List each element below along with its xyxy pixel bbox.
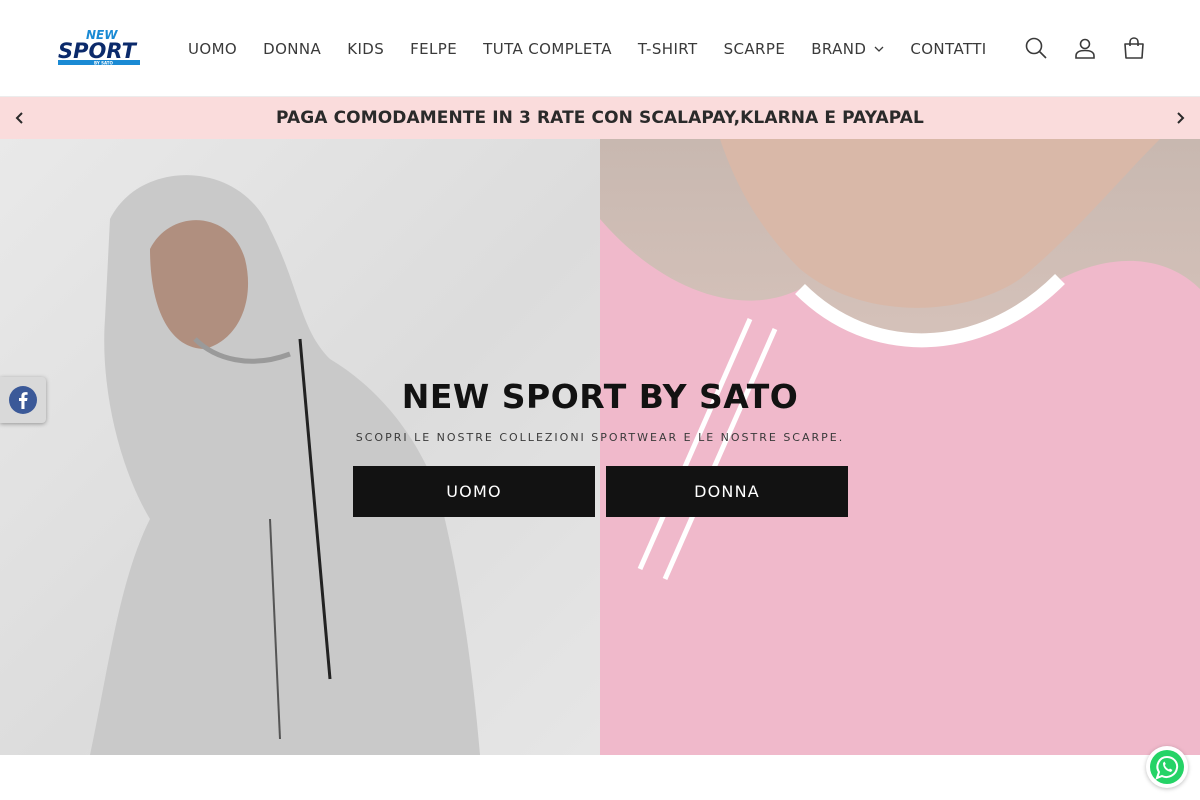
nav-item-brand[interactable]: BRAND (798, 40, 897, 58)
header-actions (1021, 30, 1148, 66)
cart-button[interactable] (1119, 30, 1148, 66)
shop-donna-button[interactable]: DONNA (606, 466, 848, 517)
nav-item-uomo[interactable]: UOMO (175, 40, 250, 58)
search-icon (1025, 37, 1047, 59)
announcement-prev-button[interactable] (10, 108, 30, 128)
search-button[interactable] (1021, 30, 1050, 66)
nav-item-tuta-completa[interactable]: TUTA COMPLETA (470, 40, 625, 58)
main-nav: UOMO DONNA KIDS FELPE TUTA COMPLETA T-SH… (175, 0, 1000, 97)
chevron-down-icon (874, 46, 884, 52)
whatsapp-icon (1150, 750, 1184, 784)
announcement-bar: PAGA COMODAMENTE IN 3 RATE CON SCALAPAY,… (0, 97, 1200, 139)
nav-item-donna[interactable]: DONNA (250, 40, 334, 58)
nav-item-scarpe[interactable]: SCARPE (711, 40, 799, 58)
account-icon (1074, 38, 1095, 59)
shop-uomo-button[interactable]: UOMO (353, 466, 595, 517)
site-header: NEW SPORT BY SATO UOMO DONNA KIDS FELPE … (0, 0, 1200, 97)
hero-title: NEW SPORT BY SATO (401, 377, 799, 416)
hero-subtitle: SCOPRI LE NOSTRE COLLEZIONI SPORTWEAR E … (355, 431, 845, 444)
nav-item-t-shirt[interactable]: T-SHIRT (625, 40, 711, 58)
nav-item-contatti[interactable]: CONTATTI (897, 40, 999, 58)
chevron-right-icon (1177, 112, 1185, 124)
hero-image-women (600, 139, 1200, 755)
nav-item-kids[interactable]: KIDS (334, 40, 397, 58)
nav-item-brand-label: BRAND (811, 39, 867, 58)
nav-item-felpe[interactable]: FELPE (397, 40, 470, 58)
logo-sub-text: BY SATO (94, 60, 114, 65)
chevron-left-icon (15, 112, 23, 124)
hero-image-men (0, 139, 600, 755)
announcement-next-button[interactable] (1170, 108, 1190, 128)
account-button[interactable] (1070, 30, 1099, 66)
facebook-icon (9, 386, 37, 414)
facebook-widget-button[interactable] (0, 377, 46, 423)
announcement-text: PAGA COMODAMENTE IN 3 RATE CON SCALAPAY,… (276, 108, 924, 128)
hero-banner: NEW SPORT BY SATO SCOPRI LE NOSTRE COLLE… (0, 139, 1200, 755)
section-preview-text (0, 784, 1200, 800)
brand-logo[interactable]: NEW SPORT BY SATO (56, 28, 144, 68)
cart-icon (1123, 37, 1144, 59)
whatsapp-chat-button[interactable] (1146, 746, 1188, 788)
